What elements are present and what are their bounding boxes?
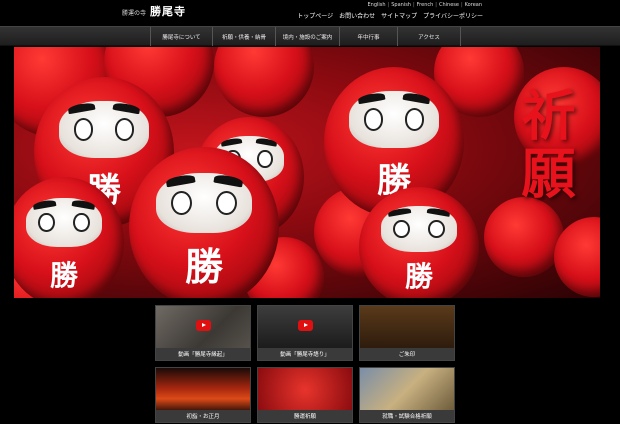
lang-korean[interactable]: Korean <box>464 2 483 8</box>
util-link-privacy[interactable]: プライバシーポリシー <box>423 11 483 20</box>
tile-label: 初詣・お正月 <box>156 410 250 422</box>
daruma-figure: 勝 <box>129 147 279 298</box>
util-link-contact[interactable]: お問い合わせ <box>339 11 375 20</box>
tile-image <box>360 306 454 350</box>
utility-nav: トップページ お問い合わせ サイトマップ プライバシーポリシー <box>297 11 483 20</box>
site-logo[interactable]: 勝運の寺 勝尾寺 <box>122 3 186 19</box>
daruma-kanji: 勝 <box>184 244 223 289</box>
logo-subtitle: 勝運の寺 <box>122 10 147 17</box>
tile-victory-prayer[interactable]: 勝運祈願 <box>257 367 353 423</box>
tile-label: 勝運祈願 <box>258 410 352 422</box>
play-icon <box>298 320 313 331</box>
tile-image <box>156 368 250 412</box>
site-header: 勝運の寺 勝尾寺 English | Spanish | French | Chinese |… <box>0 0 620 26</box>
nav-item-events[interactable]: 年中行事 <box>339 27 397 46</box>
tile-image <box>258 368 352 412</box>
nav-item-grounds[interactable]: 境内・施設のご案内 <box>275 27 339 46</box>
tile-video-story[interactable]: 動画「勝尾寺語り」 <box>257 305 353 361</box>
nav-item-access[interactable]: アクセス <box>397 27 461 46</box>
nav-item-about[interactable]: 勝尾寺について <box>150 27 212 46</box>
util-link-top[interactable]: トップページ <box>297 11 333 20</box>
feature-tiles: 動画「勝尾寺縁起」 動画「勝尾寺語り」 ご朱印 初詣・お正月 勝運祈願 就職・試… <box>155 305 455 423</box>
daruma-kanji: 勝 <box>49 259 78 292</box>
lang-french[interactable]: French <box>416 2 435 8</box>
hero-image: 勝 勝 勝 勝 勝 勝 祈願 <box>14 47 600 298</box>
daruma-figure <box>214 47 314 117</box>
daruma-kanji: 勝 <box>404 260 433 293</box>
tile-goshuin[interactable]: ご朱印 <box>359 305 455 361</box>
tile-image <box>360 368 454 412</box>
daruma-figure: 勝 <box>359 187 479 298</box>
lang-english[interactable]: English <box>366 2 386 8</box>
global-nav: 勝尾寺について 祈願・供養・納骨 境内・施設のご案内 年中行事 アクセス <box>0 26 620 46</box>
hero-title: 祈願 <box>512 87 576 203</box>
tile-exam-prayer[interactable]: 就職・試験合格祈願 <box>359 367 455 423</box>
tile-label: 動画「勝尾寺縁起」 <box>156 348 250 360</box>
logo-title: 勝尾寺 <box>150 5 187 18</box>
tile-video-origin[interactable]: 動画「勝尾寺縁起」 <box>155 305 251 361</box>
play-icon <box>196 320 211 331</box>
nav-item-prayer[interactable]: 祈願・供養・納骨 <box>212 27 275 46</box>
language-switcher: English | Spanish | French | Chinese | Korean <box>366 2 483 8</box>
util-link-sitemap[interactable]: サイトマップ <box>381 11 417 20</box>
tile-label: 動画「勝尾寺語り」 <box>258 348 352 360</box>
lang-chinese[interactable]: Chinese <box>438 2 460 8</box>
tile-label: ご朱印 <box>360 348 454 360</box>
daruma-figure <box>484 197 564 277</box>
tile-new-year[interactable]: 初詣・お正月 <box>155 367 251 423</box>
tile-label: 就職・試験合格祈願 <box>360 410 454 422</box>
lang-spanish[interactable]: Spanish <box>390 2 412 8</box>
